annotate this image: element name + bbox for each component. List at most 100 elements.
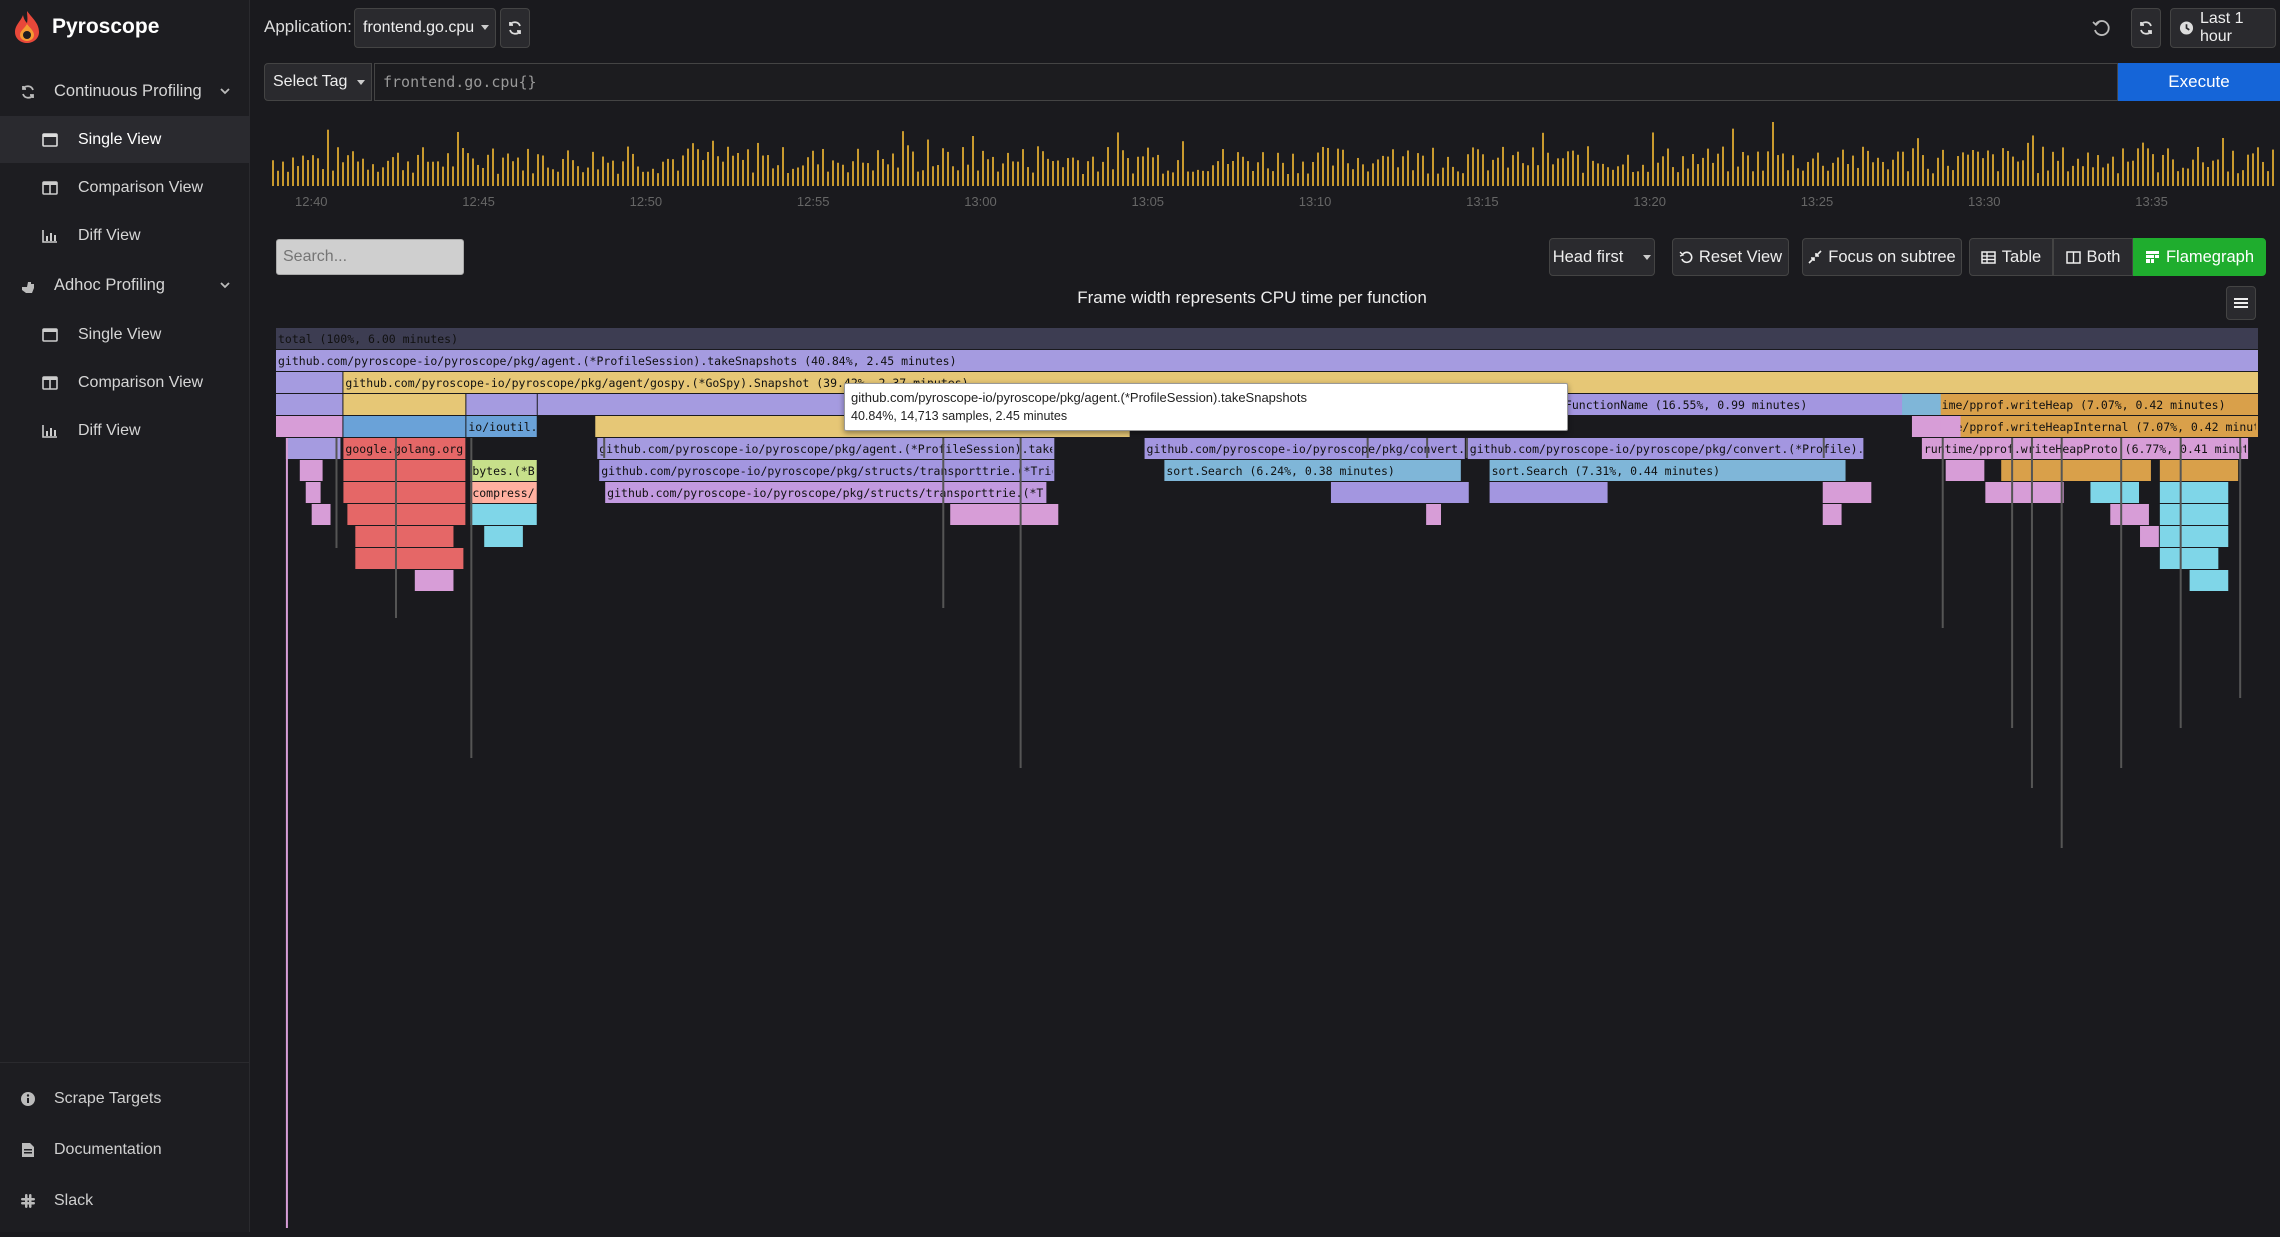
both-view-button[interactable]: Both bbox=[2053, 238, 2133, 276]
flame-frame[interactable] bbox=[2001, 460, 2100, 481]
flame-frame[interactable] bbox=[305, 482, 321, 503]
sidebar-item-scrape-targets[interactable]: Scrape Targets bbox=[0, 1075, 250, 1122]
sidebar-item-adhoc-comparison-view[interactable]: Comparison View bbox=[0, 359, 250, 406]
flame-frame[interactable]: github.com/pyroscope-io/pyroscope/pkg/st… bbox=[599, 460, 1065, 481]
flame-frame[interactable] bbox=[347, 504, 466, 525]
select-tag-dropdown[interactable]: Select Tag bbox=[264, 63, 372, 101]
timeline-chart[interactable]: 12:40 12:45 12:50 12:55 13:00 13:05 13:10 13:15… bbox=[270, 114, 2274, 214]
query-input[interactable] bbox=[374, 63, 2118, 101]
flame-frame[interactable] bbox=[2159, 460, 2239, 481]
flame-frame[interactable]: github.com/pyroscope-io/pyroscope/pkg/co… bbox=[1467, 438, 1899, 459]
flame-frame[interactable] bbox=[394, 438, 397, 618]
flame-frame[interactable] bbox=[2189, 570, 2229, 591]
flame-frame[interactable] bbox=[999, 504, 1059, 525]
sidebar-item-single-view[interactable]: Single View bbox=[0, 116, 250, 163]
flame-frame[interactable]: runtime/pprof.writeHeapProto (6.77%, 0.4… bbox=[1921, 438, 2259, 459]
menu-button[interactable] bbox=[2226, 286, 2256, 320]
flame-frame[interactable] bbox=[335, 438, 338, 548]
flame-frame[interactable] bbox=[285, 438, 288, 1228]
sidebar-item-slack[interactable]: Slack bbox=[0, 1177, 250, 1224]
focus-subtree-button[interactable]: Focus on subtree bbox=[1802, 238, 1962, 276]
flame-frame[interactable] bbox=[1426, 504, 1442, 525]
flame-frame[interactable] bbox=[1985, 482, 2064, 503]
flame-frame[interactable] bbox=[276, 394, 343, 415]
flame-frame[interactable]: runtime/pprof.writeHeap (7.07%, 0.42 min… bbox=[1911, 394, 2258, 415]
flame-frame[interactable] bbox=[1489, 482, 1608, 503]
flame-frame[interactable] bbox=[276, 372, 343, 393]
flame-frame[interactable] bbox=[950, 504, 1005, 525]
flame-frame[interactable] bbox=[470, 504, 537, 525]
flame-frame[interactable] bbox=[1902, 394, 1941, 415]
flame-frame[interactable]: io/ioutil.ReadAll bbox=[466, 416, 586, 437]
flamegraph-view-button[interactable]: Flamegraph bbox=[2133, 238, 2266, 276]
sidebar-item-comparison-view[interactable]: Comparison View bbox=[0, 164, 250, 211]
flame-frame[interactable] bbox=[466, 394, 537, 415]
flame-frame[interactable] bbox=[2110, 504, 2149, 525]
flame-frame[interactable]: compress/gzip bbox=[470, 482, 562, 503]
time-range-button[interactable]: Last 1 hour bbox=[2170, 8, 2276, 48]
flame-frame[interactable]: sort.Search (7.31%, 0.44 minutes) bbox=[1489, 460, 1846, 481]
flame-frame[interactable] bbox=[2159, 548, 2219, 569]
flame-frame[interactable] bbox=[1945, 460, 1985, 481]
flame-frame[interactable] bbox=[343, 482, 466, 503]
application-select[interactable]: frontend.go.cpu bbox=[354, 8, 496, 48]
flame-frame[interactable] bbox=[414, 570, 454, 591]
flame-frame[interactable] bbox=[355, 548, 464, 569]
sidebar-item-documentation[interactable]: Documentation bbox=[0, 1126, 250, 1173]
flame-frame[interactable]: github.com/pyroscope-io/pyroscope/pkg/st… bbox=[605, 482, 1071, 503]
search-input[interactable] bbox=[276, 239, 464, 275]
flame-frame[interactable] bbox=[1822, 482, 1872, 503]
flame-frame[interactable] bbox=[470, 438, 473, 758]
sidebar-item-adhoc-single-view[interactable]: Single View bbox=[0, 311, 250, 358]
execute-button[interactable]: Execute bbox=[2118, 63, 2280, 101]
flame-frame[interactable] bbox=[603, 438, 606, 458]
flame-frame[interactable] bbox=[276, 416, 343, 437]
flame-frame[interactable] bbox=[2011, 438, 2014, 728]
flame-frame[interactable] bbox=[484, 526, 523, 547]
flame-frame[interactable] bbox=[2140, 526, 2159, 547]
flame-frame[interactable] bbox=[2159, 526, 2229, 547]
flame-frame[interactable] bbox=[2030, 438, 2033, 788]
flame-frame[interactable] bbox=[1822, 504, 1842, 525]
flame-frame[interactable] bbox=[285, 438, 341, 459]
view-mode-select[interactable]: Head first bbox=[1549, 238, 1655, 276]
nav-group-adhoc-profiling[interactable]: Adhoc Profiling bbox=[0, 262, 250, 309]
flame-frame[interactable] bbox=[343, 394, 466, 415]
flame-frame[interactable] bbox=[1366, 438, 1369, 458]
flamegraph[interactable]: total (100%, 6.00 minutes) github.com/pyr… bbox=[276, 328, 2259, 1232]
refresh-apps-button[interactable] bbox=[500, 8, 530, 48]
sidebar-item-diff-view[interactable]: Diff View bbox=[0, 212, 250, 259]
flame-frame[interactable] bbox=[1330, 482, 1469, 503]
flame-frame[interactable] bbox=[1911, 416, 1941, 437]
flame-frame[interactable] bbox=[355, 526, 454, 547]
flame-frame[interactable]: github.com/pyroscope-io/pyroscope/pkg/ag… bbox=[597, 438, 1118, 459]
reset-view-button[interactable]: Reset View bbox=[1672, 238, 1789, 276]
flame-frame[interactable] bbox=[942, 438, 945, 608]
refresh-data-button[interactable] bbox=[2131, 8, 2161, 48]
flame-frame[interactable] bbox=[1465, 438, 1468, 458]
flame-frame[interactable] bbox=[2060, 438, 2063, 848]
flame-frame[interactable] bbox=[343, 460, 466, 481]
flame-frame[interactable] bbox=[1822, 438, 1825, 458]
flame-frame[interactable] bbox=[1426, 438, 1429, 458]
flame-frame[interactable]: total (100%, 6.00 minutes) bbox=[276, 328, 2258, 349]
table-view-button[interactable]: Table bbox=[1969, 238, 2053, 276]
flame-frame[interactable] bbox=[1941, 438, 1944, 628]
flame-frame[interactable] bbox=[2179, 438, 2182, 728]
brand[interactable]: Pyroscope bbox=[12, 10, 159, 44]
sidebar-item-adhoc-diff-view[interactable]: Diff View bbox=[0, 407, 250, 454]
undo-icon[interactable] bbox=[2090, 16, 2112, 38]
flame-frame[interactable] bbox=[1019, 438, 1022, 768]
flame-frame[interactable]: sort.Search (6.24%, 0.38 minutes) bbox=[1164, 460, 1461, 481]
flame-frame[interactable]: google.golang.org/protobuf bbox=[343, 438, 525, 459]
nav-group-continuous-profiling[interactable]: Continuous Profiling bbox=[0, 68, 250, 115]
flame-frame[interactable] bbox=[2120, 438, 2123, 768]
flame-frame[interactable]: github.com/pyroscope-io/pyroscope/pkg/ag… bbox=[276, 350, 2258, 371]
flame-frame[interactable] bbox=[2090, 482, 2140, 503]
flame-frame[interactable] bbox=[2159, 482, 2229, 503]
flame-frame[interactable]: runtime/pprof.writeHeapInternal (7.07%, … bbox=[1911, 416, 2259, 437]
flame-frame[interactable] bbox=[2239, 438, 2242, 698]
flame-frame[interactable] bbox=[299, 460, 323, 481]
flame-frame[interactable] bbox=[2159, 504, 2229, 525]
flame-frame[interactable] bbox=[343, 416, 466, 437]
